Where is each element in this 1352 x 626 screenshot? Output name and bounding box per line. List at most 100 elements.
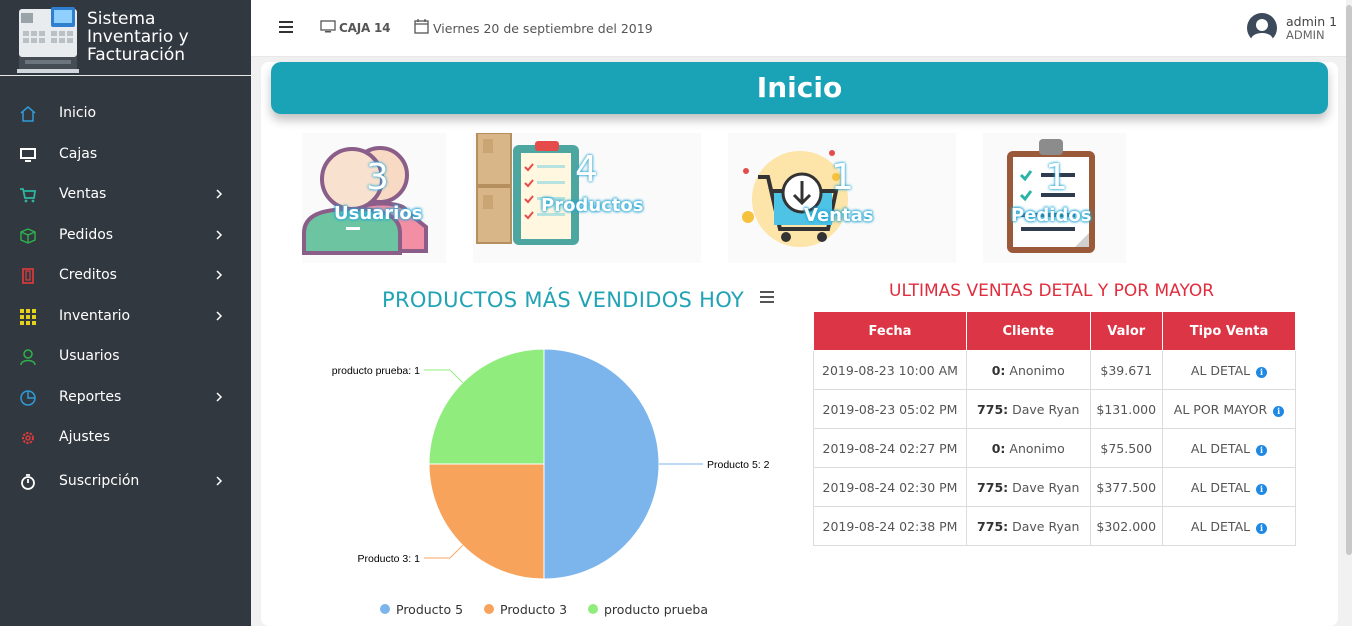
hamburger-menu-icon[interactable] xyxy=(278,20,294,34)
cell-fecha: 2019-08-24 02:30 PM xyxy=(813,467,967,507)
pie-icon xyxy=(20,390,36,406)
pie-slice[interactable] xyxy=(543,348,660,580)
cell-valor: $131.000 xyxy=(1089,389,1163,429)
stat-pedidos-value: 1 xyxy=(1045,157,1068,198)
column-header-cliente[interactable]: Cliente xyxy=(966,311,1091,351)
info-icon[interactable]: i xyxy=(1256,483,1268,495)
cell-cliente: 775: Dave Ryan xyxy=(966,506,1091,546)
sidebar-item-suscripcion[interactable]: Suscripción xyxy=(0,462,251,502)
user-name[interactable]: admin 1 xyxy=(1286,14,1337,29)
info-icon[interactable]: i xyxy=(1256,366,1268,378)
sidebar-item-inicio[interactable]: Inicio xyxy=(0,94,251,134)
chevron-right-icon xyxy=(216,270,223,280)
stat-ventas[interactable]: 1 Ventas xyxy=(728,133,956,263)
legend-label: Producto 5 xyxy=(396,602,464,617)
pie-chart: Producto 5: 2 Producto 3: 1 producto prueb… xyxy=(332,348,770,580)
data-label: producto prueba: 1 xyxy=(332,365,420,377)
topbar: CAJA 14 Viernes 20 de septiembre del 201… xyxy=(251,0,1352,57)
cell-valor: $377.500 xyxy=(1089,467,1163,507)
column-header-tipo-venta[interactable]: Tipo Venta xyxy=(1161,311,1297,351)
sidebar-item-pedidos[interactable]: Pedidos xyxy=(0,216,251,256)
sidebar-item-creditos[interactable]: Creditos xyxy=(0,256,251,296)
table-row: 2019-08-24 02:38 PM 775: Dave Ryan $302.… xyxy=(813,506,1297,546)
legend-swatch xyxy=(380,604,390,614)
monitor-icon xyxy=(20,148,36,162)
page-header: Inicio xyxy=(271,62,1328,114)
ventas-table: Fecha Cliente Valor Tipo Venta 2019-08-2… xyxy=(813,311,1297,546)
sidebar: Sistema Inventario y Facturación Inicio … xyxy=(0,0,251,626)
chevron-right-icon xyxy=(216,311,223,321)
cell-tipo-venta: AL POR MAYOR i xyxy=(1161,389,1297,429)
brand-title: Sistema Inventario y Facturación xyxy=(87,9,189,65)
scrollbar-thumb[interactable] xyxy=(1346,5,1352,555)
chevron-right-icon xyxy=(216,476,223,486)
table-row: 2019-08-23 10:00 AM 0: Anonimo $39.671 A… xyxy=(813,350,1297,390)
stat-productos[interactable]: 4 Productos xyxy=(473,133,701,263)
legend-label: producto prueba xyxy=(604,602,708,617)
sidebar-item-cajas[interactable]: Cajas xyxy=(0,135,251,175)
stat-pedidos[interactable]: 1 Pedidos xyxy=(983,133,1126,263)
avatar[interactable] xyxy=(1247,13,1277,43)
caja-label: CAJA 14 xyxy=(339,21,391,35)
stat-pedidos-label: Pedidos xyxy=(1011,205,1092,226)
cell-cliente: 0: Anonimo xyxy=(966,428,1091,468)
calendar-icon xyxy=(414,19,429,34)
stat-usuarios-label: Usuarios xyxy=(334,203,423,224)
page-title: Inicio xyxy=(756,71,843,104)
legend-label: Producto 3 xyxy=(500,602,568,617)
gear-icon xyxy=(22,432,34,444)
cell-tipo-venta: AL DETAL i xyxy=(1161,428,1297,468)
info-icon[interactable]: i xyxy=(1256,522,1268,534)
data-label: Producto 5: 2 xyxy=(707,459,770,471)
monitor-icon xyxy=(320,20,336,33)
box-icon xyxy=(20,228,36,244)
table-row: 2019-08-23 05:02 PM 775: Dave Ryan $131.… xyxy=(813,389,1297,429)
stopwatch-icon xyxy=(21,474,35,490)
chevron-right-icon xyxy=(216,230,223,240)
stat-usuarios-value: 3 xyxy=(366,157,389,198)
pie-slice[interactable] xyxy=(428,463,545,580)
data-label-connector xyxy=(423,369,464,384)
cart-icon xyxy=(20,188,37,203)
cash-register-logo xyxy=(17,7,79,73)
users-illustration xyxy=(302,146,428,255)
column-header-fecha[interactable]: Fecha xyxy=(813,311,967,351)
stat-ventas-label: Ventas xyxy=(804,205,874,226)
table-header-row: Fecha Cliente Valor Tipo Venta xyxy=(813,311,1297,351)
cell-valor: $39.671 xyxy=(1089,350,1163,390)
table-row: 2019-08-24 02:27 PM 0: Anonimo $75.500 A… xyxy=(813,428,1297,468)
user-icon xyxy=(20,349,36,366)
sidebar-item-usuarios[interactable]: Usuarios xyxy=(0,337,251,377)
chevron-right-icon xyxy=(216,392,223,402)
cell-valor: $302.000 xyxy=(1089,506,1163,546)
user-role: ADMIN xyxy=(1286,28,1325,42)
cell-cliente: 775: Dave Ryan xyxy=(966,467,1091,507)
sidebar-item-ajustes[interactable]: Ajustes xyxy=(0,418,251,458)
sales-illustration xyxy=(742,150,848,247)
sidebar-item-reportes[interactable]: Reportes xyxy=(0,378,251,418)
brand[interactable]: Sistema Inventario y Facturación xyxy=(0,0,251,76)
cell-fecha: 2019-08-24 02:38 PM xyxy=(813,506,967,546)
cell-tipo-venta: AL DETAL i xyxy=(1161,506,1297,546)
legend-swatch xyxy=(588,604,598,614)
cell-cliente: 0: Anonimo xyxy=(966,350,1091,390)
ventas-table-title: ULTIMAS VENTAS DETAL Y POR MAYOR xyxy=(889,281,1215,301)
home-icon xyxy=(20,106,36,122)
sidebar-item-ventas[interactable]: Ventas xyxy=(0,175,251,215)
stat-productos-value: 4 xyxy=(575,149,598,190)
page-scrollbar[interactable] xyxy=(1346,0,1352,626)
stat-ventas-value: 1 xyxy=(831,157,854,198)
orders-illustration xyxy=(1007,139,1095,253)
info-icon[interactable]: i xyxy=(1256,444,1268,456)
sidebar-item-inventario[interactable]: Inventario xyxy=(0,297,251,337)
stat-usuarios[interactable]: 3 Usuarios xyxy=(302,133,446,263)
info-icon[interactable]: i xyxy=(1273,405,1285,417)
cell-tipo-venta: AL DETAL i xyxy=(1161,350,1297,390)
column-header-valor[interactable]: Valor xyxy=(1089,311,1163,351)
cell-fecha: 2019-08-23 10:00 AM xyxy=(813,350,967,390)
cell-tipo-venta: AL DETAL i xyxy=(1161,467,1297,507)
cell-valor: $75.500 xyxy=(1089,428,1163,468)
cell-cliente: 775: Dave Ryan xyxy=(966,389,1091,429)
pie-slice[interactable] xyxy=(428,348,545,465)
chart-menu-icon[interactable] xyxy=(760,291,774,303)
